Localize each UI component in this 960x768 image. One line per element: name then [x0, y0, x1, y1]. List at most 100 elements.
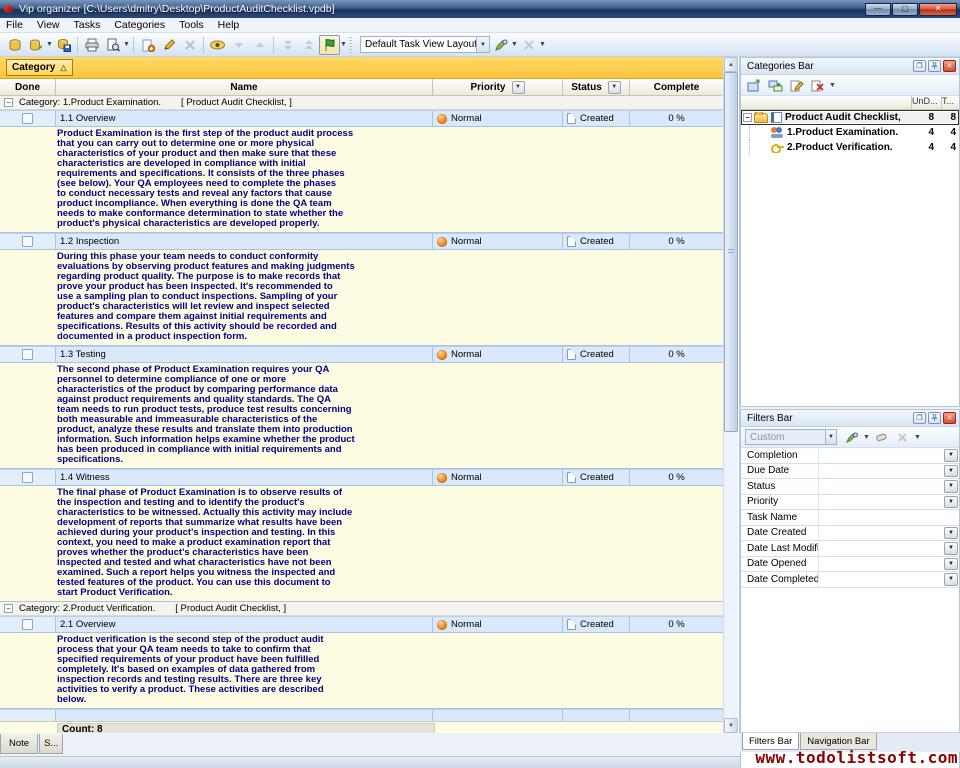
pin-icon[interactable]: 푸 [928, 412, 941, 424]
new-database-icon[interactable] [4, 35, 25, 55]
task-name[interactable]: 1.4 Witness [56, 470, 433, 485]
collapse-icon[interactable]: − [4, 604, 13, 613]
close-button[interactable]: ✕ [919, 3, 957, 16]
categories-overflow-arrow[interactable]: ▼ [829, 82, 836, 89]
filter-dropdown-icon[interactable]: ▼ [944, 496, 958, 509]
task-name[interactable]: 1.1 Overview [56, 111, 433, 126]
tree-item-verification[interactable]: 2.Product Verification. 4 4 [741, 140, 959, 155]
group-by-category-button[interactable]: Category △ [6, 59, 73, 76]
layout-combo-arrow[interactable]: ▼ [476, 37, 489, 52]
tree-item-checklist[interactable]: − Product Audit Checklist, 8 8 [741, 110, 959, 125]
vertical-scrollbar[interactable]: ▲ ▼ [723, 57, 738, 733]
done-checkbox[interactable] [22, 349, 33, 360]
scroll-down-icon[interactable]: ▼ [724, 718, 738, 733]
view-note-icon[interactable] [207, 35, 228, 55]
print-icon[interactable] [81, 35, 102, 55]
filter-value[interactable] [819, 464, 943, 479]
apply-filter-arrow[interactable]: ▼ [863, 434, 870, 441]
apply-filter-icon[interactable] [842, 429, 861, 446]
move-top-icon[interactable] [298, 35, 319, 55]
pin-icon[interactable]: 푸 [928, 60, 941, 72]
filter-value[interactable] [819, 495, 943, 510]
panel-close-icon[interactable]: ✕ [943, 60, 956, 72]
preset-combo-arrow[interactable]: ▼ [825, 430, 836, 444]
print-dropdown-arrow[interactable]: ▼ [123, 41, 130, 48]
filter-dropdown-icon[interactable]: ▼ [944, 558, 958, 571]
done-checkbox[interactable] [22, 113, 33, 124]
done-checkbox[interactable] [22, 236, 33, 247]
priority-filter-button[interactable]: ▼ [512, 81, 525, 94]
filter-value[interactable] [819, 479, 943, 494]
move-bottom-icon[interactable] [277, 35, 298, 55]
undock-icon[interactable]: ❐ [913, 60, 926, 72]
filter-value[interactable] [819, 448, 943, 463]
undock-icon[interactable]: ❐ [913, 412, 926, 424]
done-checkbox[interactable] [22, 619, 33, 630]
filter-value[interactable] [819, 526, 943, 541]
filter-value[interactable] [819, 557, 943, 572]
add-category-icon[interactable] [745, 77, 764, 94]
maximize-button[interactable]: ▢ [892, 3, 918, 16]
open-database-icon[interactable] [25, 35, 46, 55]
task-view-flag-icon[interactable] [319, 35, 340, 55]
task-name[interactable]: 1.2 Inspection [56, 234, 433, 249]
filter-dropdown-icon[interactable]: ▼ [944, 480, 958, 493]
column-undone[interactable]: UnD... [911, 96, 941, 109]
menu-file[interactable]: File [6, 19, 23, 31]
task-row-2-1[interactable]: 2.1 Overview Normal Created 0 % [0, 616, 723, 633]
open-dropdown-arrow[interactable]: ▼ [46, 41, 53, 48]
tab-note[interactable]: Note [0, 734, 38, 754]
clear-filter-icon[interactable] [872, 429, 891, 446]
move-up-icon[interactable] [249, 35, 270, 55]
group-row-2[interactable]: − Category: 2.Product Verification. [ Pr… [0, 602, 723, 616]
task-row-1-2[interactable]: 1.2 Inspection Normal Created 0 % [0, 233, 723, 250]
delete-filter-icon[interactable] [893, 429, 912, 446]
flag-dropdown-arrow[interactable]: ▼ [340, 41, 347, 48]
column-name[interactable]: Name [56, 79, 433, 95]
filter-value[interactable] [819, 510, 959, 525]
menu-view[interactable]: View [37, 19, 60, 31]
delete-category-icon[interactable] [808, 77, 827, 94]
delete-layout-icon[interactable] [518, 35, 539, 55]
task-row-1-4[interactable]: 1.4 Witness Normal Created 0 % [0, 469, 723, 486]
print-preview-icon[interactable] [102, 35, 123, 55]
scroll-up-icon[interactable]: ▲ [724, 57, 738, 72]
column-done[interactable]: Done [0, 79, 56, 95]
filter-preset-combo[interactable]: Custom ▼ [745, 429, 837, 445]
menu-categories[interactable]: Categories [114, 19, 165, 31]
done-checkbox[interactable] [22, 472, 33, 483]
task-row-partial[interactable] [0, 709, 723, 721]
filter-value[interactable] [819, 541, 943, 556]
group-row-1[interactable]: − Category: 1.Product Examination. [ Pro… [0, 96, 723, 110]
column-priority[interactable]: Priority ▼ [433, 79, 563, 95]
scrollbar-thumb[interactable] [724, 72, 738, 432]
edit-category-icon[interactable] [787, 77, 806, 94]
tree-collapse-icon[interactable]: − [743, 113, 752, 122]
collapse-icon[interactable]: − [4, 98, 13, 107]
menu-tools[interactable]: Tools [179, 19, 204, 31]
task-name[interactable]: 2.1 Overview [56, 617, 433, 632]
column-status[interactable]: Status ▼ [563, 79, 630, 95]
filter-value[interactable] [819, 572, 943, 587]
task-name[interactable]: 1.3 Testing [56, 347, 433, 362]
filter-dropdown-icon[interactable]: ▼ [944, 465, 958, 478]
tab-s[interactable]: S... [39, 734, 63, 754]
filter-dropdown-icon[interactable]: ▼ [944, 527, 958, 540]
column-total[interactable]: T... [941, 96, 959, 109]
add-subcategory-icon[interactable] [766, 77, 785, 94]
filter-dropdown-icon[interactable]: ▼ [944, 542, 958, 555]
task-row-1-3[interactable]: 1.3 Testing Normal Created 0 % [0, 346, 723, 363]
filter-dropdown-icon[interactable]: ▼ [944, 449, 958, 462]
status-filter-button[interactable]: ▼ [608, 81, 621, 94]
customize-layout-icon[interactable] [490, 35, 511, 55]
layout-combo[interactable]: Default Task View Layout ▼ [360, 36, 490, 53]
save-database-icon[interactable] [53, 35, 74, 55]
minimize-button[interactable]: — [865, 3, 891, 16]
move-down-icon[interactable] [228, 35, 249, 55]
edit-task-icon[interactable] [158, 35, 179, 55]
task-row-1-1[interactable]: 1.1 Overview Normal Created 0 % [0, 110, 723, 127]
menu-help[interactable]: Help [218, 19, 240, 31]
panel-close-icon[interactable]: ✕ [943, 412, 956, 424]
menu-tasks[interactable]: Tasks [74, 19, 101, 31]
customize-dropdown-arrow[interactable]: ▼ [511, 41, 518, 48]
